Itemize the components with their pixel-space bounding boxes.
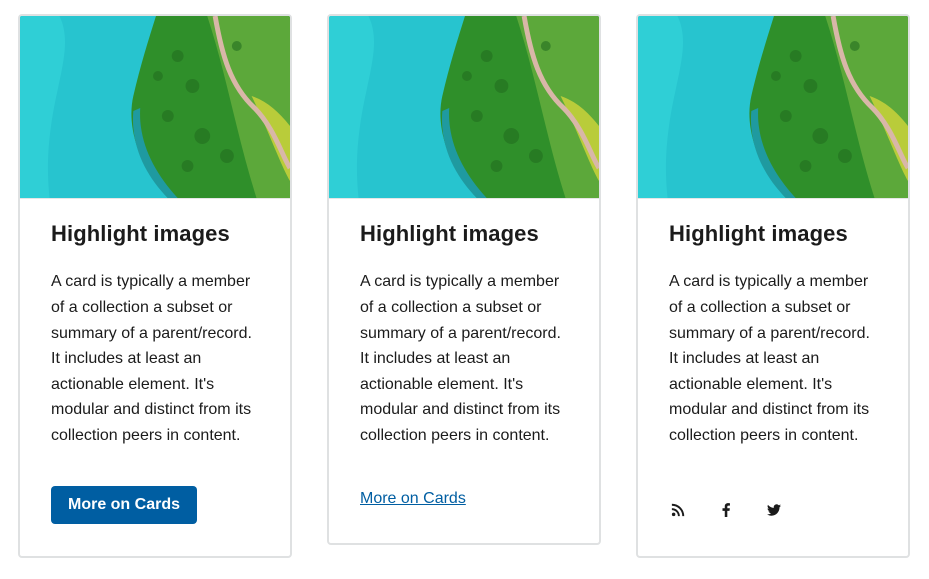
card-text: A card is typically a member of a collec… [360, 273, 561, 444]
card-body: Highlight images A card is typically a m… [638, 199, 908, 449]
card-title: Highlight images [669, 221, 848, 246]
card-title: Highlight images [51, 221, 230, 246]
more-on-cards-link[interactable]: More on Cards [360, 490, 466, 508]
card-body: Highlight images A card is typically a m… [20, 199, 290, 449]
card-text: A card is typically a member of a collec… [669, 273, 870, 444]
card-title: Highlight images [360, 221, 539, 246]
card-image [20, 16, 290, 199]
card: Highlight images A card is typically a m… [327, 14, 601, 545]
aerial-island-image [20, 16, 290, 198]
social-links [670, 502, 782, 518]
card-body: Highlight images A card is typically a m… [329, 199, 599, 449]
card: Highlight images A card is typically a m… [636, 14, 910, 558]
card-image [638, 16, 908, 199]
twitter-icon[interactable] [766, 502, 782, 518]
card: Highlight images A card is typically a m… [18, 14, 292, 558]
aerial-island-image [638, 16, 908, 198]
card-image [329, 16, 599, 199]
aerial-island-image [329, 16, 599, 198]
facebook-icon[interactable] [718, 502, 734, 518]
rss-icon[interactable] [670, 502, 686, 518]
card-text: A card is typically a member of a collec… [51, 273, 252, 444]
more-on-cards-button[interactable]: More on Cards [51, 486, 197, 524]
